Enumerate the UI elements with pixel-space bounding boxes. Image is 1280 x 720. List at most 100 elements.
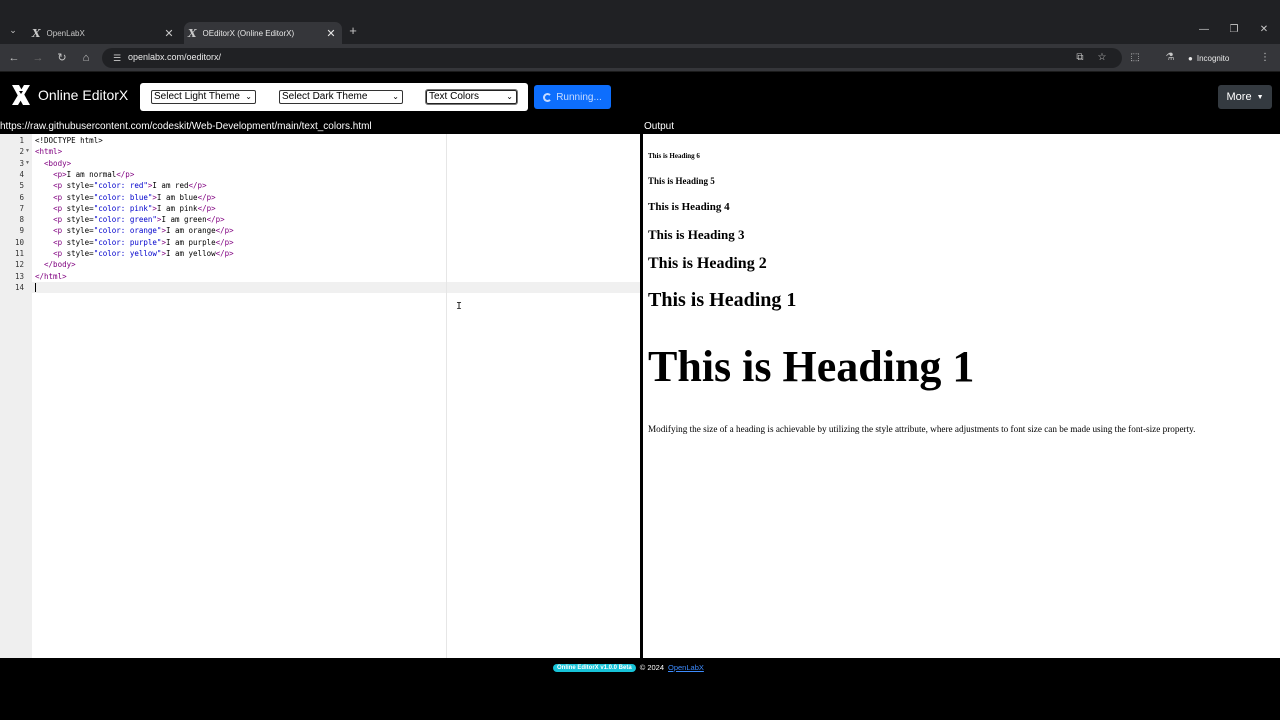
line-number: 12 [14, 260, 24, 270]
incognito-indicator[interactable]: ● Incognito [1188, 49, 1229, 67]
file-url-bar: https://raw.githubusercontent.com/codesk… [0, 120, 640, 134]
line-number: 14 [14, 282, 24, 292]
fold-toggle-icon[interactable]: ▼ [25, 146, 30, 157]
incognito-icon: ● [1188, 53, 1193, 63]
reload-icon[interactable]: ↻ [53, 49, 71, 67]
line-number: 10 [14, 237, 24, 247]
text-cursor [35, 283, 36, 292]
oeditorx-favicon-icon: X [188, 26, 197, 40]
code-line: <p style="color: blue">I am blue</p> [53, 192, 216, 202]
line-number: 4 [19, 169, 24, 179]
browser-toolbar: ← → ↻ ⌂ ☰ openlabx.com/oeditorx/ ⧉ ☆ ⬚ ⚗… [0, 44, 1280, 72]
output-heading-6: This is Heading 6 [648, 152, 700, 160]
more-button-label: More [1226, 91, 1252, 103]
output-heading-5: This is Heading 5 [648, 176, 715, 186]
app-logo[interactable]: Online EditorX [10, 83, 128, 107]
caret-down-icon: ▼ [1256, 93, 1264, 101]
openlabx-footer-link[interactable]: OpenLabX [668, 663, 704, 672]
home-icon[interactable]: ⌂ [77, 49, 95, 67]
dark-theme-select[interactable]: Select Dark Theme ⌄ [279, 90, 403, 104]
tab-close-icon[interactable]: ✕ [162, 27, 176, 40]
address-bar[interactable]: ☰ openlabx.com/oeditorx/ ⧉ ☆ [102, 48, 1122, 68]
version-badge: Online EditorX v1.0.0 Beta [553, 663, 636, 672]
tab-openlabx[interactable]: X OpenLabX ✕ [28, 22, 180, 44]
openlabx-favicon-icon: X [32, 26, 41, 40]
code-line: <body> [44, 158, 72, 168]
code-line: <p style="color: red">I am red</p> [53, 181, 207, 191]
line-number: 7 [19, 203, 24, 213]
code-line: <p style="color: pink">I am pink</p> [53, 203, 216, 213]
example-select[interactable]: Text Colors ⌄ [425, 89, 518, 105]
active-line-highlight [32, 282, 640, 294]
chevron-down-icon: ⌄ [245, 92, 252, 101]
line-number: 11 [14, 249, 24, 258]
more-button[interactable]: More ▼ [1218, 85, 1272, 109]
footer-content: Online EditorX v1.0.0 Beta © 2024 OpenLa… [553, 663, 704, 672]
new-tab-plus-icon[interactable]: + [346, 22, 360, 40]
window-close-icon[interactable]: ✕ [1250, 20, 1278, 40]
code-line: <html> [35, 147, 63, 157]
line-number: 6 [19, 192, 24, 202]
line-number: 8 [19, 215, 24, 225]
labs-flask-icon[interactable]: ⚗ [1161, 49, 1179, 67]
code-line: <!DOCTYPE html> [35, 136, 103, 145]
code-line: <p style="color: green">I am green</p> [53, 215, 225, 225]
restore-icon[interactable]: ❐ [1220, 20, 1248, 40]
line-number: 2 [19, 147, 24, 157]
print-margin [446, 134, 447, 658]
code-line: <p style="color: yellow">I am yellow</p> [53, 249, 234, 258]
output-label: Output [643, 120, 1280, 134]
tab-title: OpenLabX [46, 28, 85, 38]
tab-search-chevron-icon[interactable]: ⌄ [5, 22, 21, 38]
address-url: openlabx.com/oeditorx/ [128, 52, 222, 62]
chevron-down-icon: ⌄ [392, 92, 399, 101]
install-app-icon[interactable]: ⧉ [1072, 50, 1088, 66]
browser-tab-strip: ⌄ X OpenLabX ✕ X OEditorX (Online Editor… [0, 0, 1280, 44]
output-heading-3: This is Heading 3 [648, 227, 745, 242]
site-info-icon[interactable]: ☰ [110, 51, 124, 65]
output-heading-1: This is Heading 1 [648, 289, 797, 311]
bookmark-star-icon[interactable]: ☆ [1094, 50, 1110, 66]
tab-oeditorx[interactable]: X OEditorX (Online EditorX) ✕ [184, 22, 342, 44]
line-number: 5 [19, 181, 24, 191]
copyright-text: © 2024 [639, 663, 664, 672]
spinner-icon [543, 92, 553, 102]
line-number: 13 [14, 271, 24, 281]
code-line: <p>I am normal</p> [53, 169, 135, 179]
forward-arrow-icon[interactable]: → [29, 49, 47, 67]
line-number: 1 [19, 136, 24, 145]
example-select-value: Text Colors [429, 91, 480, 102]
code-line: <p style="color: orange">I am orange</p> [53, 226, 234, 236]
chevron-down-icon: ⌄ [506, 92, 513, 101]
code-line: </html> [35, 271, 67, 281]
tab-close-icon[interactable]: ✕ [324, 27, 338, 40]
extensions-icon[interactable]: ⬚ [1126, 49, 1144, 67]
browser-menu-icon[interactable]: ⋮ [1256, 49, 1274, 67]
output-heading-1-large: This is Heading 1 [648, 342, 975, 391]
output-heading-4: This is Heading 4 [648, 201, 730, 213]
mouse-ibeam-cursor-icon: I [456, 301, 463, 312]
run-button[interactable]: Running... [534, 85, 611, 109]
light-theme-select[interactable]: Select Light Theme ⌄ [151, 90, 256, 104]
code-editor[interactable]: 1 2 3 4 5 6 7 8 9 10 11 12 13 14 ▼ ▼ <!D… [0, 134, 640, 658]
line-number: 3 [19, 158, 24, 168]
light-theme-select-value: Select Light Theme [154, 91, 240, 102]
theme-selector-group: Select Light Theme ⌄ Select Dark Theme ⌄… [140, 83, 528, 111]
editorx-logo-icon [12, 85, 30, 105]
back-arrow-icon[interactable]: ← [5, 49, 23, 67]
minimize-icon[interactable]: — [1190, 20, 1218, 40]
line-number: 9 [19, 226, 24, 236]
code-line: </body> [44, 260, 76, 270]
app-header: Online EditorX Select Light Theme ⌄ Sele… [0, 72, 1280, 120]
dark-theme-select-value: Select Dark Theme [282, 91, 368, 102]
output-preview: This is Heading 6 This is Heading 5 This… [643, 134, 1280, 658]
code-line: <p style="color: purple">I am purple</p> [53, 237, 234, 247]
fold-toggle-icon[interactable]: ▼ [25, 158, 30, 169]
incognito-label: Incognito [1196, 53, 1230, 63]
app-logo-text: Online EditorX [38, 87, 129, 103]
output-paragraph: Modifying the size of a heading is achie… [648, 424, 1196, 434]
tab-title: OEditorX (Online EditorX) [202, 28, 295, 38]
run-button-label: Running... [556, 91, 602, 103]
app-footer: Online EditorX v1.0.0 Beta © 2024 OpenLa… [0, 658, 1280, 720]
output-heading-2: This is Heading 2 [648, 255, 767, 272]
